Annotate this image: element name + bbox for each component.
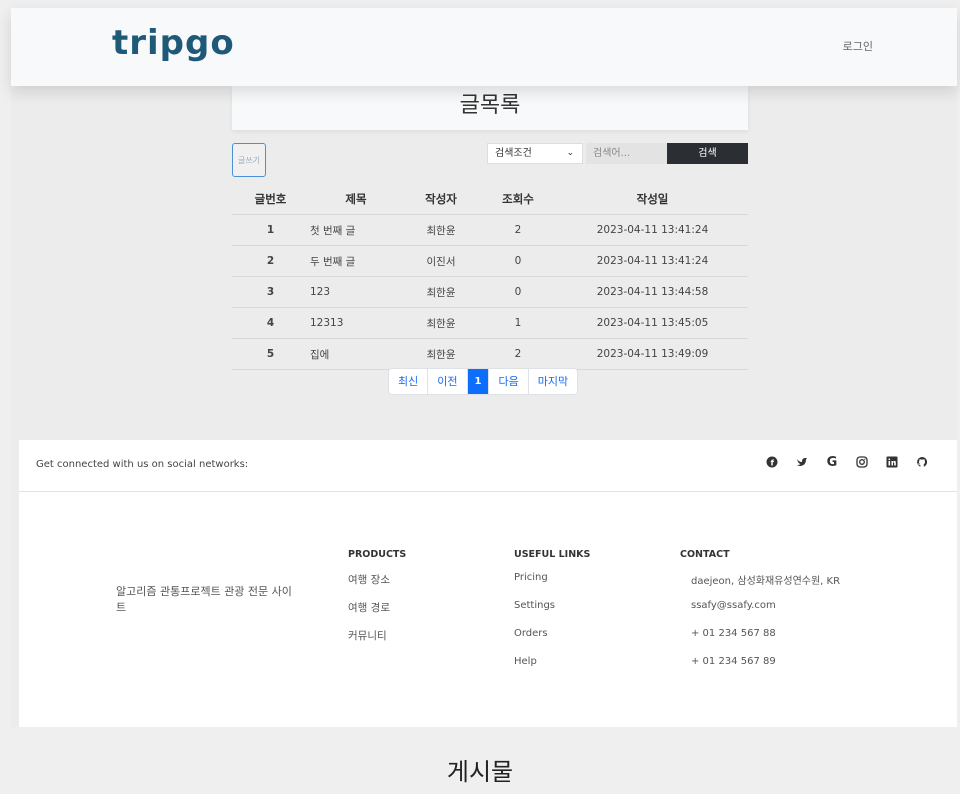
footer-about: 알고리즘 관통프로젝트 관광 전문 사이트 <box>116 585 292 614</box>
page-title: 글목록 <box>232 86 748 130</box>
github-icon[interactable] <box>915 456 929 470</box>
column-header: 작성자 <box>425 192 457 206</box>
contact-phone: + 01 234 567 88 <box>691 628 776 639</box>
svg-text:f: f <box>771 459 775 468</box>
table-row[interactable]: 2 두 번째 글 이진서 0 2023-04-11 13:41:24 <box>232 245 748 277</box>
post-views: 1 <box>479 307 557 339</box>
page-first-button[interactable]: 최신 <box>389 369 427 394</box>
facebook-icon[interactable]: f <box>765 456 779 470</box>
social-icons: f G <box>749 456 929 470</box>
social-bar: Get connected with us on social networks… <box>19 440 957 492</box>
search-condition-value: 검색조건 <box>495 148 532 159</box>
footer: 알고리즘 관통프로젝트 관광 전문 사이트 PRODUCTS 여행 장소 여행 … <box>19 492 957 727</box>
post-date: 2023-04-11 13:49:09 <box>557 338 748 370</box>
column-header: 조회수 <box>502 192 534 206</box>
page-prev-button[interactable]: 이전 <box>427 369 466 394</box>
post-date: 2023-04-11 13:41:24 <box>557 214 748 246</box>
post-date: 2023-04-11 13:45:05 <box>557 307 748 339</box>
post-author: 최한윤 <box>403 307 479 339</box>
table-row[interactable]: 1 첫 번째 글 최한윤 2 2023-04-11 13:41:24 <box>232 214 748 246</box>
page-current-button[interactable]: 1 <box>466 369 489 394</box>
post-author: 이진서 <box>403 245 479 277</box>
post-title-link[interactable]: 123 <box>309 276 403 308</box>
post-views: 2 <box>479 338 557 370</box>
write-button[interactable]: 글쓰기 <box>232 143 266 177</box>
chevron-down-icon: ⌄ <box>566 148 574 158</box>
footer-products-heading: PRODUCTS <box>348 549 407 560</box>
table-row[interactable]: 3 123 최한윤 0 2023-04-11 13:44:58 <box>232 276 748 308</box>
footer-link[interactable]: Help <box>514 656 590 684</box>
post-author: 최한윤 <box>403 276 479 308</box>
post-views: 0 <box>479 276 557 308</box>
contact-phone: + 01 234 567 89 <box>691 656 776 667</box>
post-title-link[interactable]: 첫 번째 글 <box>309 214 403 246</box>
footer-products-column: PRODUCTS 여행 장소 여행 경로 커뮤니티 <box>348 549 406 656</box>
google-icon[interactable]: G <box>825 456 839 470</box>
contact-address: daejeon, 삼성화재유성연수원, KR <box>691 576 841 587</box>
instagram-icon[interactable] <box>855 456 869 470</box>
post-author: 최한윤 <box>403 214 479 246</box>
column-header: 글번호 <box>254 192 287 206</box>
footer-link[interactable]: 여행 경로 <box>348 600 406 628</box>
page-last-button[interactable]: 마지막 <box>527 369 577 394</box>
post-number: 3 <box>232 276 309 308</box>
footer-link[interactable]: 여행 장소 <box>348 572 406 600</box>
post-title-link[interactable]: 12313 <box>309 307 403 339</box>
post-number: 1 <box>232 214 309 246</box>
footer-useful-heading: USEFUL LINKS <box>514 549 591 560</box>
post-views: 2 <box>479 214 557 246</box>
contact-email: ssafy@ssafy.com <box>691 600 776 611</box>
post-author: 최한윤 <box>403 338 479 370</box>
table-header-row: 글번호 제목 작성자 조회수 작성일 <box>232 184 748 215</box>
footer-link[interactable]: Settings <box>514 600 590 628</box>
logo[interactable]: tripgo <box>112 23 235 63</box>
twitter-icon[interactable] <box>795 456 809 470</box>
post-title-link[interactable]: 두 번째 글 <box>309 245 403 277</box>
footer-contact-column: CONTACT daejeon, 삼성화재유성연수원, KR ssafy@ssa… <box>680 549 840 684</box>
post-date: 2023-04-11 13:44:58 <box>557 276 748 308</box>
column-header: 제목 <box>345 192 367 206</box>
post-title-link[interactable]: 집에 <box>309 338 403 370</box>
login-link[interactable]: 로그인 <box>843 38 873 54</box>
footer-link[interactable]: Pricing <box>514 572 590 600</box>
page-next-button[interactable]: 다음 <box>488 369 527 394</box>
column-header: 작성일 <box>636 192 669 206</box>
post-date: 2023-04-11 13:41:24 <box>557 245 748 277</box>
post-number: 5 <box>232 338 309 370</box>
footer-link[interactable]: 커뮤니티 <box>348 628 406 656</box>
search-input[interactable]: 검색어... <box>586 143 668 164</box>
post-views: 0 <box>479 245 557 277</box>
search-button[interactable]: 검색 <box>667 143 748 164</box>
linkedin-icon[interactable] <box>885 456 899 470</box>
post-number: 2 <box>232 245 309 277</box>
pagination: 최신 이전 1 다음 마지막 <box>388 368 579 395</box>
screenshot-caption: 게시물 <box>446 758 514 786</box>
search-condition-select[interactable]: 검색조건 ⌄ <box>487 143 583 164</box>
footer-useful-column: USEFUL LINKS Pricing Settings Orders Hel… <box>514 549 590 684</box>
navbar: tripgo 로그인 <box>11 8 957 86</box>
board-table: 글번호 제목 작성자 조회수 작성일 1 첫 번째 글 최한윤 2 2023-0… <box>232 184 748 370</box>
footer-contact-heading: CONTACT <box>680 549 730 560</box>
table-row[interactable]: 4 12313 최한윤 1 2023-04-11 13:45:05 <box>232 307 748 339</box>
footer-link[interactable]: Orders <box>514 628 590 656</box>
post-number: 4 <box>232 307 309 339</box>
social-text: Get connected with us on social networks… <box>36 459 249 470</box>
page-frame: tripgo 로그인 글목록 글쓰기 검색조건 ⌄ 검색어... 검색 글번호 … <box>11 8 957 727</box>
table-row[interactable]: 5 집에 최한윤 2 2023-04-11 13:49:09 <box>232 338 748 370</box>
